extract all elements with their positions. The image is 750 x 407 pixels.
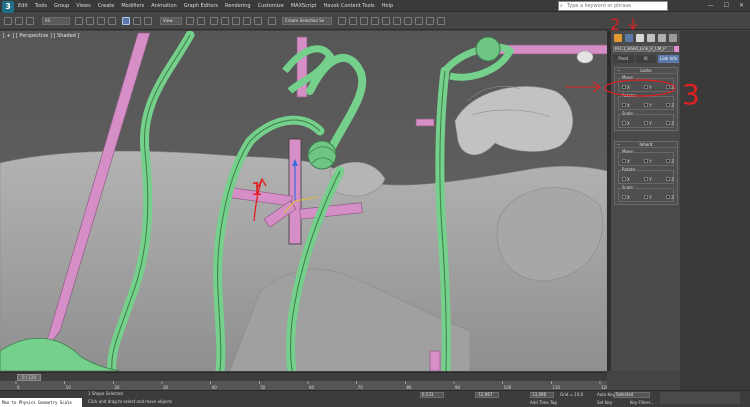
annotation-circle-locks-move (604, 79, 676, 97)
z-coordinate-field[interactable]: 13,498 (530, 392, 554, 398)
grid-status: Grid = 10,0 (560, 392, 584, 397)
y-coordinate-field[interactable]: -12,967 (475, 392, 499, 398)
time-slider-thumb[interactable]: 0 / 120 (17, 374, 41, 381)
3ds-max-window: 3 Edit Tools Group Views Create Modifier… (0, 0, 750, 407)
key-mode-dropdown[interactable]: Selected (614, 392, 650, 398)
annotation-overlay: 2 3 1 (251, 15, 700, 200)
annotation-label-1: 1 (251, 179, 262, 200)
time-slider[interactable]: 0 / 120 (0, 372, 607, 381)
playback-controls[interactable] (660, 392, 740, 404)
trackbar[interactable]: 0102030405060708090100110120 (0, 381, 609, 390)
x-coordinate-field[interactable]: 6,533 (420, 392, 444, 398)
set-key-button[interactable]: Set Key (597, 400, 612, 406)
annotation-label-2: 2 (610, 15, 620, 34)
annotation-arrow-2 (628, 18, 638, 30)
auto-key-button[interactable]: Auto Key (597, 392, 615, 398)
maxscript-mini-listener[interactable]: Max to Physics Geometry Scale (0, 398, 82, 407)
prompt-line: Click and drag to select and move object… (88, 399, 173, 404)
key-filters-button[interactable]: Key Filters... (630, 400, 654, 406)
add-time-tag-button[interactable]: Add Time Tag (530, 400, 557, 406)
annotation-label-3: 3 (682, 78, 700, 111)
selection-status: 1 Shape Selected (88, 391, 123, 396)
trackbar-ticks: 0102030405060708090100110120 (15, 381, 609, 390)
